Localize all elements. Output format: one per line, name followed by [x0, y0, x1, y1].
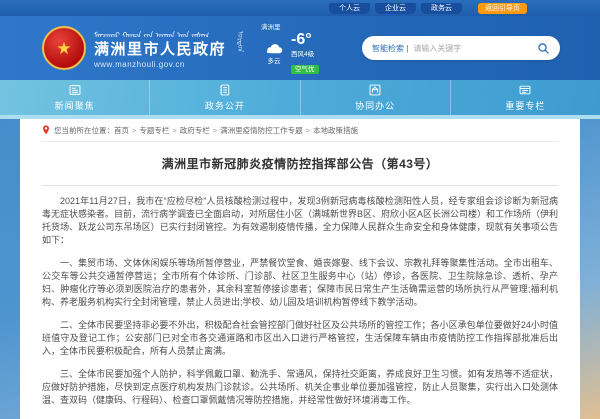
- search-icon[interactable]: [537, 42, 550, 55]
- breadcrumb-separator: >: [172, 126, 176, 135]
- site-url: www.manzhouli.gov.cn: [94, 60, 226, 69]
- weather-row: 多云 -6° 西风4级 空气优: [261, 32, 343, 76]
- search-bar: 智能检索 |: [362, 36, 560, 60]
- nav-label: 新闻聚焦: [55, 99, 95, 112]
- breadcrumb-separator: >: [213, 126, 217, 135]
- emblem-star: ★: [56, 40, 71, 57]
- document-icon: [218, 83, 232, 97]
- breadcrumb-current: 本地政策措施: [313, 125, 358, 136]
- weather-wind: 西风4级: [291, 48, 319, 58]
- nav-label: 政务公开: [205, 99, 245, 112]
- tab-enterprise-cloud[interactable]: 企业云: [375, 3, 416, 14]
- weather-city: 满洲里: [261, 21, 343, 31]
- article-paragraph-item3: 三、全体市民要加强个人防护，科学佩戴口罩、勤洗手、常通风，保持社交距离，养成良好…: [42, 368, 558, 407]
- site-header: ★ ᠮᠠᠨᠵᠤᠤᠷ ᠬᠣᠲᠠ ᠶᠢᠨ ᠠᠷᠠᠳ ᠤᠨ ᠵᠠᠰᠠᠭ 满洲里市人民政…: [0, 16, 600, 80]
- nav-item-columns[interactable]: 重要专栏: [450, 80, 600, 115]
- mongolian-script: ᠮᠠᠨᠵᠤᠤᠷ ᠬᠣᠲᠠ ᠶᠢᠨ ᠠᠷᠠᠳ ᠤᠨ ᠵᠠᠰᠠᠭ: [94, 27, 226, 37]
- return-guide-button[interactable]: 返回引导页: [478, 3, 527, 14]
- nav-item-collaboration[interactable]: 协同办公: [300, 80, 450, 115]
- manzhouli-gov-page: 个人云 企业云 政务云 返回引导页 ★ ᠮᠠᠨᠵᠤᠤᠷ ᠬᠣᠲᠠ ᠶᠢᠨ ᠠᠷᠠ…: [0, 0, 600, 419]
- nav-label: 协同办公: [355, 99, 395, 112]
- top-utility-bar: 个人云 企业云 政务云 返回引导页: [0, 0, 600, 16]
- title-divider: [42, 185, 558, 186]
- breadcrumb-special-topics[interactable]: 专题专栏: [139, 125, 169, 136]
- site-logo[interactable]: ★ ᠮᠠᠨᠵᠤᠤᠷ ᠬᠣᠲᠠ ᠶᠢᠨ ᠠᠷᠠᠳ ᠤᠨ ᠵᠠᠰᠠᠭ 满洲里市人民政…: [42, 26, 245, 70]
- weather-widget: 满洲里 多云 -6° 西风4级 空气优: [261, 21, 343, 76]
- nav-item-gov-disclosure[interactable]: 政务公开: [149, 80, 299, 115]
- tab-personal-cloud[interactable]: 个人云: [329, 3, 370, 14]
- breadcrumb-prefix: 您当前所在位置：: [54, 125, 114, 136]
- article-paragraph-item2: 二、全体市民要坚持非必要不外出，积极配合社会管控部门做好社区及公共场所的管控工作…: [42, 319, 558, 358]
- nav-item-news[interactable]: 新闻聚焦: [0, 80, 149, 115]
- content-panel: 您当前所在位置： 首页 > 专题专栏 > 政府专栏 > 满洲里疫情防控工作专题 …: [20, 119, 580, 419]
- article-title: 满洲里市新冠肺炎疫情防控指挥部公告（第43号）: [42, 155, 558, 172]
- search-label: 智能检索 |: [372, 43, 408, 54]
- tab-government-cloud[interactable]: 政务云: [421, 3, 462, 14]
- breadcrumb: 您当前所在位置： 首页 > 专题专栏 > 政府专栏 > 满洲里疫情防控工作专题 …: [42, 119, 558, 142]
- article-paragraph-intro: 2021年11月27日，我市在“应检尽检”人员核酸检测过程中，发现3例新冠病毒核…: [42, 195, 558, 247]
- weather-temperature: -6°: [291, 32, 319, 47]
- article-paragraph-item1: 一、集贸市场、文体休闲娱乐等场所暂停营业，严禁餐饮堂食、婚丧嫁娶、线下会议、宗教…: [42, 257, 558, 309]
- breadcrumb-home[interactable]: 首页: [114, 125, 129, 136]
- site-name: 满洲里市人民政府: [94, 38, 226, 59]
- breadcrumb-separator: >: [306, 126, 310, 135]
- main-nav: 新闻聚焦 政务公开 协同办公: [0, 80, 600, 115]
- search-input[interactable]: [413, 44, 537, 53]
- weather-left: 多云: [261, 42, 287, 65]
- logo-text: ᠮᠠᠨᠵᠤᠤᠷ ᠬᠣᠲᠠ ᠶᠢᠨ ᠠᠷᠠᠳ ᠤᠨ ᠵᠠᠰᠠᠭ 满洲里市人民政府 …: [94, 27, 226, 69]
- columns-icon: [518, 83, 532, 97]
- weather-right: -6° 西风4级 空气优: [291, 32, 319, 76]
- newspaper-icon: [68, 83, 82, 97]
- breadcrumb-gov-column[interactable]: 政府专栏: [180, 125, 210, 136]
- weather-condition: 多云: [261, 55, 287, 65]
- location-pin-icon: [42, 125, 50, 135]
- building-icon: [368, 83, 382, 97]
- breadcrumb-epidemic-topic[interactable]: 满洲里疫情防控工作专题: [220, 125, 303, 136]
- mongolian-side-script: ᠣᠷᠳᠣᠨ: [233, 31, 245, 65]
- national-emblem-icon: ★: [42, 26, 86, 70]
- cloud-icon: [261, 42, 287, 54]
- air-quality-badge: 空气优: [291, 65, 319, 74]
- breadcrumb-separator: >: [132, 126, 136, 135]
- nav-label: 重要专栏: [505, 99, 545, 112]
